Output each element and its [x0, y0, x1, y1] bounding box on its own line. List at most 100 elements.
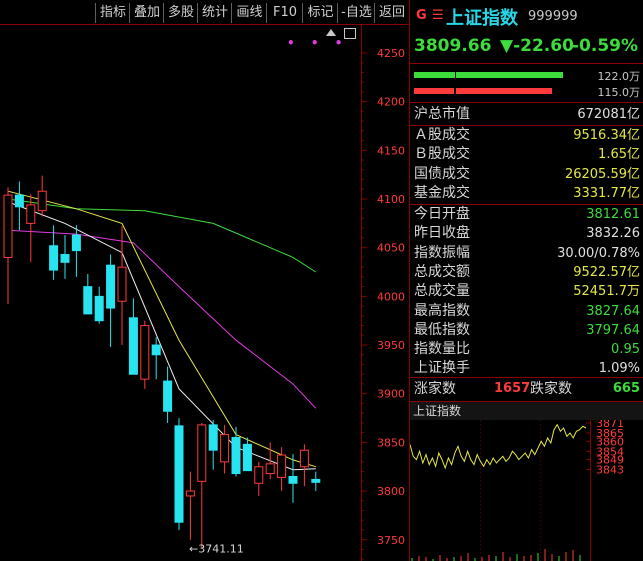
candle-body — [254, 466, 264, 484]
stat-value: 3812.61 — [586, 207, 640, 222]
f10-button[interactable]: F10 — [266, 3, 303, 23]
back-button[interactable]: 返回 — [374, 3, 409, 23]
multi-stock-button[interactable]: 多股 — [163, 3, 198, 23]
turnover-value: 3331.77亿 — [573, 185, 640, 201]
stat-value: 9522.57亿 — [573, 264, 640, 280]
overlay-button[interactable]: 叠加 — [129, 3, 164, 23]
total-cap-value: 672081亿 — [577, 107, 640, 122]
divider — [410, 102, 643, 103]
candle-body — [163, 380, 173, 412]
advancers-count: 1657 — [494, 381, 531, 396]
y-tick-label: 4000 — [377, 290, 405, 303]
candle-body — [242, 443, 252, 472]
price-change-percent: -0.59% — [572, 36, 639, 56]
stat-label: 今日开盘 — [414, 206, 470, 222]
y-tick-label: 3950 — [377, 339, 405, 352]
current-price: 3809.66 — [414, 36, 492, 56]
stat-row: 上证换手 1.09% — [410, 359, 643, 378]
group-label[interactable]: G — [416, 8, 427, 23]
chart-toolbar: 指标 叠加 多股 统计 画线 F10 标记 -自选 返回 — [0, 0, 408, 24]
stat-label: 指数振幅 — [414, 244, 470, 261]
stat-label: 昨日收盘 — [414, 225, 470, 242]
stat-value: 1.09% — [598, 361, 640, 377]
y-tick-label: 3850 — [377, 436, 405, 449]
turnover-value: 9516.34亿 — [573, 128, 640, 143]
candle-body — [106, 264, 116, 309]
price-change: ▼-22.60 — [500, 36, 574, 56]
decliners-count: 665 — [612, 381, 640, 396]
index-code: 999999 — [528, 9, 578, 24]
y-tick-label: 3800 — [377, 485, 405, 498]
candle-body — [185, 490, 195, 497]
stat-label: 指数量比 — [414, 341, 470, 358]
turnover-label: 基金成交 — [414, 184, 470, 201]
green-bar-segment — [456, 72, 563, 78]
candle-body — [140, 325, 150, 380]
stat-value: 3827.64 — [586, 303, 640, 319]
stat-label: 总成交额 — [414, 263, 470, 280]
price-line: 3809.66 ▼-22.60 -0.59% — [410, 34, 643, 60]
stat-value: 3832.26 — [586, 226, 640, 242]
total-market-cap-row: 沪总市值 672081亿 — [410, 105, 643, 124]
stat-value: 30.00/0.78% — [557, 245, 640, 261]
turnover-value: 1.65亿 — [598, 147, 640, 163]
stat-row: 总成交量 52451.7万 — [410, 282, 643, 301]
candle-body — [299, 449, 309, 468]
candle-body — [288, 475, 298, 484]
turnover-label: Ａ股成交 — [414, 127, 470, 143]
advance-decline-row: 涨家数 1657 跌家数 665 — [410, 378, 643, 400]
decliners-label: 跌家数 — [530, 381, 572, 397]
stat-label: 总成交量 — [414, 283, 470, 300]
y-tick-label: 3900 — [377, 388, 405, 401]
y-tick-label: 4250 — [377, 47, 405, 60]
mark-button[interactable]: 标记 — [302, 3, 338, 23]
advancers-label: 涨家数 — [414, 381, 456, 397]
stat-row: 昨日收盘 3832.26 — [410, 224, 643, 243]
candle-body — [37, 190, 47, 212]
candle-body — [14, 194, 24, 208]
candle-body — [151, 344, 161, 356]
statistics-button[interactable]: 统计 — [197, 3, 232, 23]
y-tick-label: 4150 — [377, 144, 405, 157]
add-favorite-button[interactable]: -自选 — [337, 3, 375, 23]
candle-body — [311, 478, 321, 483]
stat-label: 最高指数 — [414, 302, 470, 319]
candle-body — [174, 425, 184, 523]
y-tick-label: 4200 — [377, 96, 405, 109]
quote-panel: G ☰ 上证指数 999999 3809.66 ▼-22.60 -0.59% 1… — [409, 0, 643, 561]
candlestick-chart[interactable]: 4250 4200 4150 4100 4050 4000 3950 3900 3850 3800… — [0, 0, 408, 561]
intraday-mini-chart[interactable]: 387138653860385438493843 — [410, 420, 643, 561]
y-tick-label: 4100 — [377, 193, 405, 206]
stat-row: 总成交额 9522.57亿 — [410, 263, 643, 282]
ma5-line — [7, 201, 316, 471]
collapse-icon[interactable] — [326, 29, 336, 36]
candle-body — [71, 234, 81, 252]
indicator-button[interactable]: 指标 — [95, 3, 130, 23]
intraday-price-line — [410, 423, 587, 470]
red-bar-segment — [456, 88, 552, 94]
inner-volume-bar: 115.0万 — [410, 86, 643, 99]
turnover-row: Ａ股成交 9516.34亿 — [410, 126, 643, 145]
red-bar-value: 115.0万 — [597, 86, 641, 99]
outer-volume-bar: 122.0万 — [410, 70, 643, 83]
stat-row: 今日开盘 3812.61 — [410, 205, 643, 224]
turnover-label: Ｂ股成交 — [414, 146, 470, 163]
candle-body — [26, 204, 36, 224]
mini-y-tick-label: 3843 — [596, 464, 624, 477]
menu-icon[interactable]: ☰ — [432, 8, 444, 23]
low-price-marker: ←3741.11 — [189, 542, 244, 555]
draw-line-button[interactable]: 画线 — [231, 3, 267, 23]
stat-row: 指数量比 0.95 — [410, 340, 643, 359]
turnover-row: 基金成交 3331.77亿 — [410, 184, 643, 203]
red-bar-segment — [414, 88, 454, 94]
quote-header: G ☰ 上证指数 999999 — [410, 0, 643, 34]
candle-body — [83, 286, 93, 315]
turnover-row: Ｂ股成交 1.65亿 — [410, 145, 643, 164]
stat-label: 上证换手 — [414, 360, 470, 377]
candle-body — [277, 454, 287, 478]
indicator-dots: • • • — [287, 36, 349, 50]
candle-body — [197, 424, 207, 482]
mini-chart-title-text: 上证指数 — [413, 404, 462, 418]
green-bar-value: 122.0万 — [597, 70, 641, 83]
turnover-value: 26205.59亿 — [564, 166, 640, 182]
